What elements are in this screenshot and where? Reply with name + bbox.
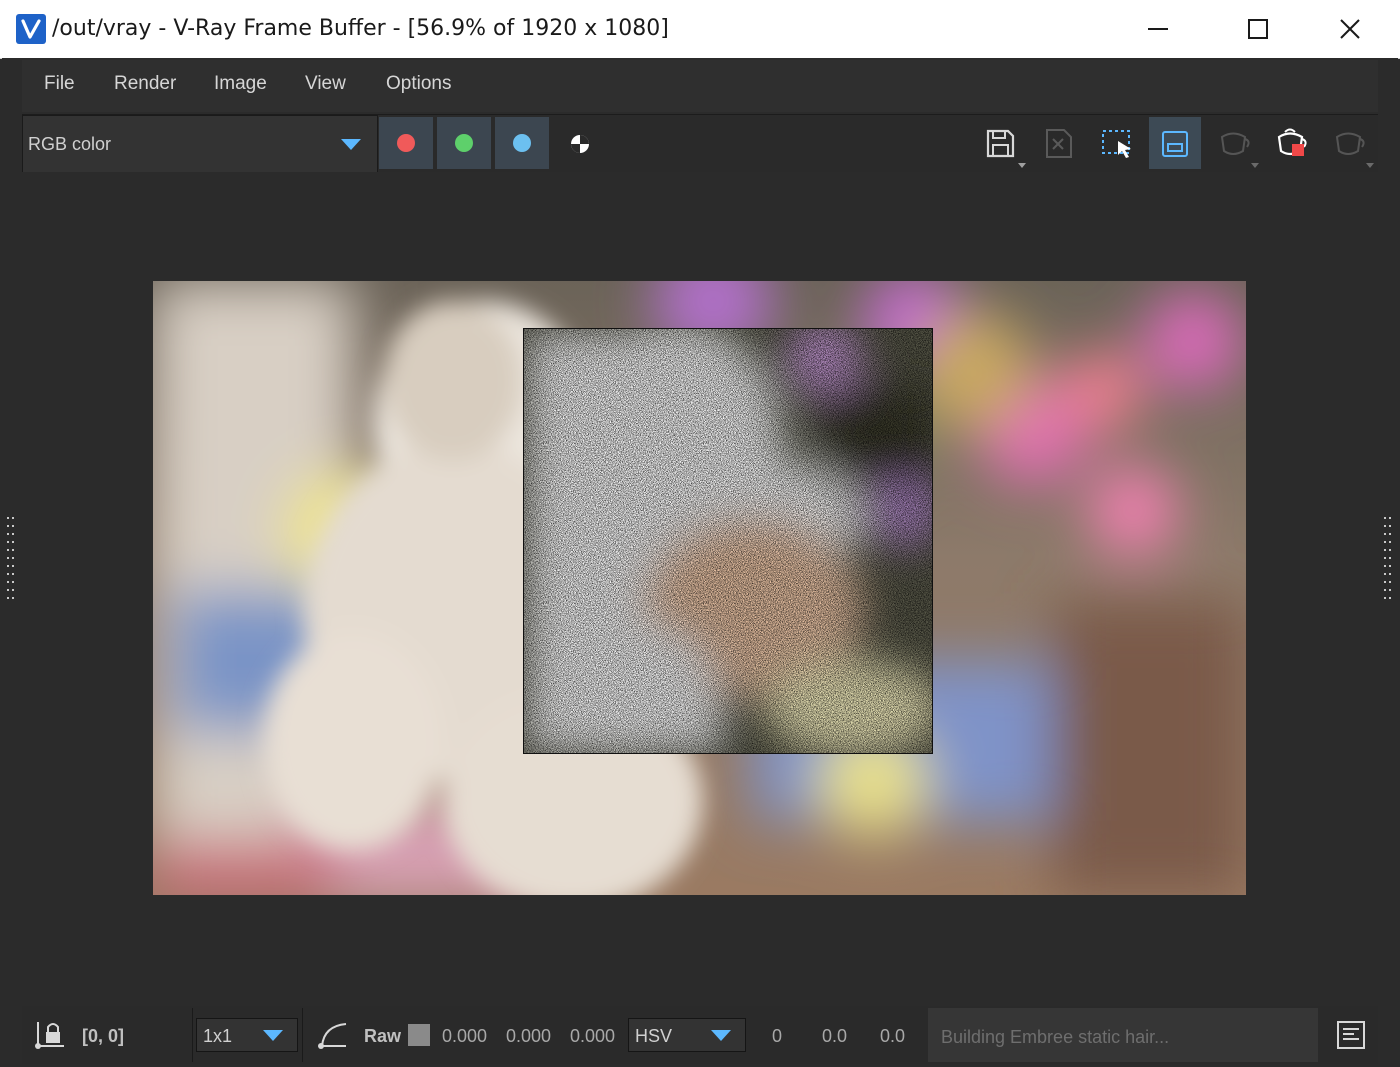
noisy-region-render bbox=[524, 329, 932, 753]
close-icon bbox=[1340, 19, 1360, 39]
menu-bar: File Render Image View Options bbox=[22, 60, 1378, 112]
vray-logo-icon bbox=[16, 14, 46, 44]
curve-icon[interactable] bbox=[316, 1018, 350, 1052]
chevron-down-icon bbox=[711, 1030, 731, 1041]
channel-select[interactable]: RGB color bbox=[22, 115, 378, 173]
render-interactive-button[interactable] bbox=[1323, 117, 1375, 169]
color-space-select[interactable]: HSV bbox=[628, 1018, 746, 1052]
status-bar: [0, 0] 1x1 Raw 0.000 0.000 0.000 HSV 0 0… bbox=[22, 1006, 1378, 1064]
progress-bar: Building Embree static hair... bbox=[928, 1008, 1318, 1062]
minimize-icon bbox=[1148, 28, 1168, 30]
grip-dots-icon bbox=[1384, 517, 1391, 599]
menu-file[interactable]: File bbox=[44, 73, 75, 95]
render-last-icon bbox=[1220, 132, 1259, 168]
maximize-button[interactable] bbox=[1226, 0, 1290, 58]
value-value: 0.0 bbox=[880, 1026, 906, 1046]
save-icon bbox=[986, 129, 1026, 168]
blue-value: 0.000 bbox=[570, 1026, 616, 1046]
blue-channel-button[interactable] bbox=[495, 117, 549, 169]
color-space-value: HSV bbox=[635, 1026, 673, 1046]
log-icon[interactable] bbox=[1336, 1020, 1366, 1050]
lock-pixel-icon[interactable] bbox=[34, 1018, 68, 1052]
red-dot-icon bbox=[397, 134, 415, 152]
pixel-coordinates: [0, 0] bbox=[82, 1026, 125, 1046]
grip-dots-icon bbox=[7, 517, 14, 599]
render-last-button[interactable] bbox=[1207, 117, 1259, 169]
color-swatch bbox=[408, 1024, 430, 1046]
clear-image-button[interactable] bbox=[1033, 117, 1085, 169]
render-stop-icon bbox=[1277, 128, 1307, 156]
right-resize-grip[interactable] bbox=[1383, 515, 1393, 607]
progress-text: Building Embree static hair... bbox=[941, 1027, 1170, 1047]
alpha-channel-icon bbox=[571, 135, 589, 153]
chevron-down-icon bbox=[263, 1030, 283, 1041]
chevron-down-icon bbox=[341, 139, 361, 150]
track-mouse-button[interactable] bbox=[1149, 117, 1201, 169]
title-bar: /out/vray - V-Ray Frame Buffer - [56.9% … bbox=[0, 0, 1400, 59]
alpha-channel-button[interactable] bbox=[553, 117, 605, 169]
channel-select-value: RGB color bbox=[28, 134, 112, 154]
left-resize-grip[interactable] bbox=[6, 515, 16, 607]
region-render-button[interactable] bbox=[1091, 117, 1143, 169]
color-mode-label: Raw bbox=[364, 1026, 402, 1046]
blue-dot-icon bbox=[513, 134, 531, 152]
sample-size-select[interactable]: 1x1 bbox=[196, 1018, 298, 1052]
save-image-button[interactable] bbox=[974, 117, 1026, 169]
green-channel-button[interactable] bbox=[437, 117, 491, 169]
track-mouse-icon bbox=[1162, 131, 1188, 157]
render-stop-button[interactable] bbox=[1265, 117, 1317, 169]
render-region[interactable] bbox=[523, 328, 933, 754]
minimize-button[interactable] bbox=[1126, 0, 1190, 58]
menu-image[interactable]: Image bbox=[214, 73, 267, 95]
green-value: 0.000 bbox=[506, 1026, 552, 1046]
toolbar: RGB color bbox=[22, 114, 1378, 173]
menu-options[interactable]: Options bbox=[386, 73, 451, 95]
render-interactive-icon bbox=[1335, 132, 1374, 168]
sample-size-value: 1x1 bbox=[203, 1026, 233, 1046]
clear-image-icon bbox=[1046, 129, 1072, 158]
region-render-icon bbox=[1102, 130, 1131, 158]
close-button[interactable] bbox=[1318, 0, 1382, 58]
saturation-value: 0.0 bbox=[822, 1026, 848, 1046]
red-channel-button[interactable] bbox=[379, 117, 433, 169]
green-dot-icon bbox=[455, 134, 473, 152]
window-title: /out/vray - V-Ray Frame Buffer - [56.9% … bbox=[52, 16, 669, 41]
menu-view[interactable]: View bbox=[305, 73, 346, 95]
hue-value: 0 bbox=[772, 1026, 783, 1046]
red-value: 0.000 bbox=[442, 1026, 488, 1046]
separator bbox=[192, 1008, 193, 1062]
separator bbox=[302, 1008, 303, 1062]
maximize-icon bbox=[1248, 19, 1268, 39]
menu-render[interactable]: Render bbox=[114, 73, 176, 95]
